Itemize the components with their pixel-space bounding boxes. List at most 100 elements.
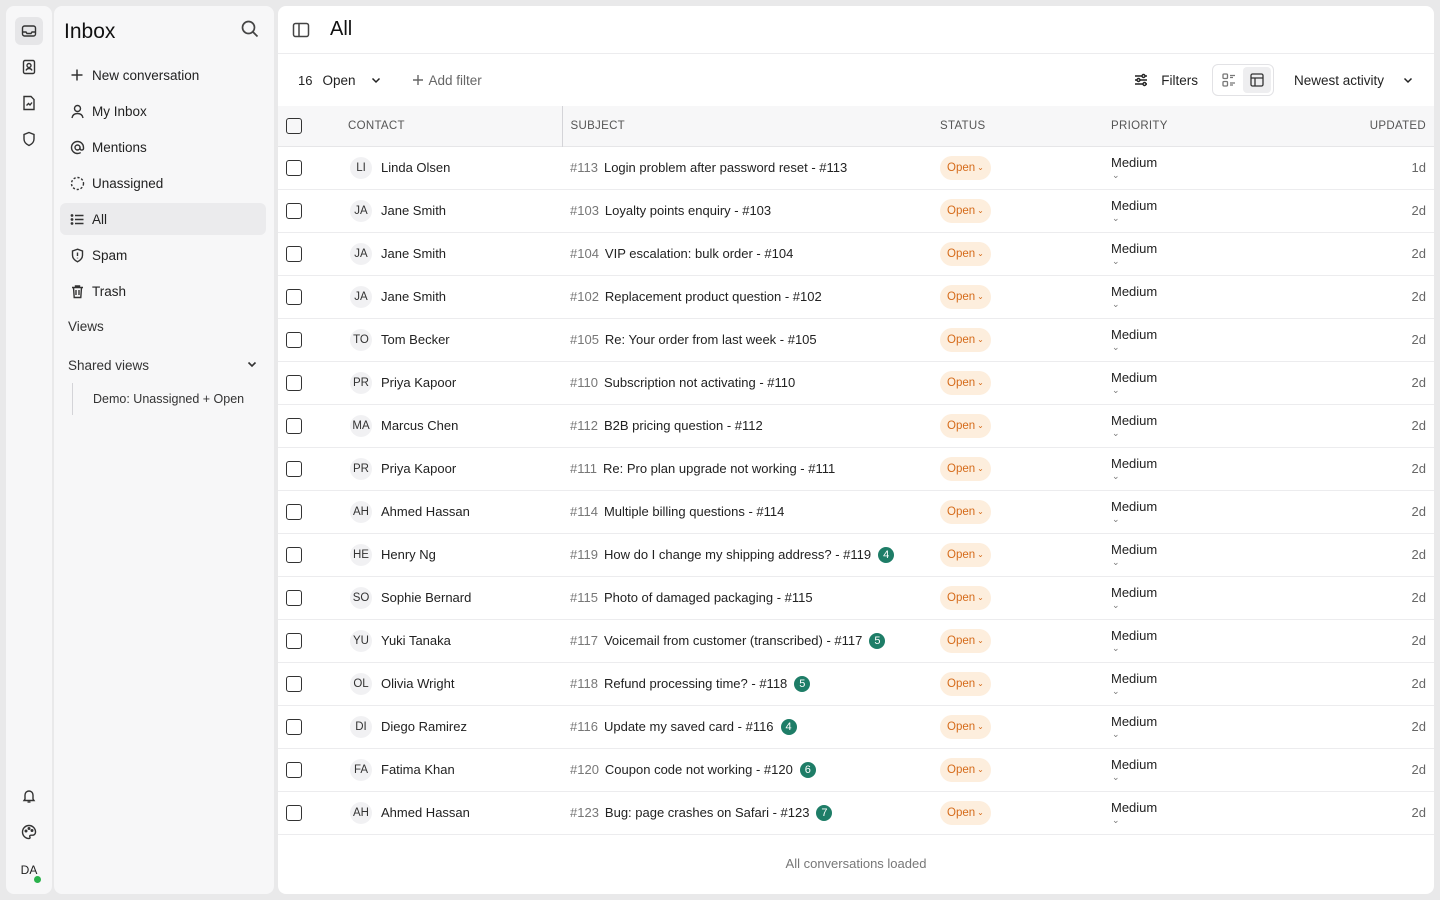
table-row[interactable]: AH Ahmed Hassan #123 Bug: page crashes o… (278, 791, 1434, 834)
row-checkbox[interactable] (286, 288, 302, 305)
priority-dropdown[interactable]: Medium ⌄ (1111, 241, 1334, 267)
priority-dropdown[interactable]: Medium ⌄ (1111, 671, 1334, 697)
priority-dropdown[interactable]: Medium ⌄ (1111, 284, 1334, 310)
column-header-subject[interactable]: SUBJECT (562, 106, 938, 146)
priority-dropdown[interactable]: Medium ⌄ (1111, 714, 1334, 740)
column-header-contact[interactable]: CONTACT (332, 106, 563, 146)
reports-icon[interactable] (15, 89, 43, 117)
table-row[interactable]: OL Olivia Wright #118 Refund processing … (278, 662, 1434, 705)
status-filter-dropdown[interactable]: Open (322, 73, 381, 88)
column-header-updated[interactable]: UPDATED (1334, 106, 1434, 146)
table-row[interactable]: SO Sophie Bernard #115 Photo of damaged … (278, 576, 1434, 619)
table-row[interactable]: TO Tom Becker #105 Re: Your order from l… (278, 318, 1434, 361)
priority-dropdown[interactable]: Medium ⌄ (1111, 800, 1334, 826)
row-checkbox[interactable] (286, 331, 302, 348)
status-badge[interactable]: Open ⌄ (940, 413, 991, 438)
chevron-down-icon: ⌄ (1112, 685, 1120, 696)
row-checkbox[interactable] (286, 546, 302, 563)
sidebar-item-trash[interactable]: Trash (60, 275, 266, 307)
sidebar-item-my-inbox[interactable]: My Inbox (60, 95, 266, 127)
row-checkbox[interactable] (286, 589, 302, 606)
list-view-icon[interactable] (1215, 67, 1243, 93)
status-badge[interactable]: Open ⌄ (940, 757, 991, 782)
palette-icon[interactable] (15, 818, 43, 846)
table-row[interactable]: PR Priya Kapoor #111 Re: Pro plan upgrad… (278, 447, 1434, 490)
column-header-priority[interactable]: PRIORITY (1109, 106, 1334, 146)
priority-dropdown[interactable]: Medium ⌄ (1111, 757, 1334, 783)
add-filter-button[interactable]: Add filter (412, 73, 482, 88)
priority-dropdown[interactable]: Medium ⌄ (1111, 499, 1334, 525)
sidebar-item-all[interactable]: All (60, 203, 266, 235)
row-checkbox[interactable] (286, 202, 302, 219)
row-checkbox[interactable] (286, 159, 302, 176)
table-row[interactable]: AH Ahmed Hassan #114 Multiple billing qu… (278, 490, 1434, 533)
row-checkbox[interactable] (286, 718, 302, 735)
table-row[interactable]: YU Yuki Tanaka #117 Voicemail from custo… (278, 619, 1434, 662)
table-row[interactable]: MA Marcus Chen #112 B2B pricing question… (278, 404, 1434, 447)
shared-views-toggle[interactable]: Shared views (68, 358, 258, 373)
row-checkbox[interactable] (286, 460, 302, 477)
status-badge[interactable]: Open ⌄ (940, 585, 991, 610)
filters-button[interactable]: Filters (1133, 72, 1198, 88)
row-checkbox[interactable] (286, 503, 302, 520)
priority-dropdown[interactable]: Medium ⌄ (1111, 413, 1334, 439)
chevron-down-icon: ⌄ (977, 808, 984, 817)
row-checkbox[interactable] (286, 374, 302, 391)
inbox-icon[interactable] (15, 17, 43, 45)
priority-dropdown[interactable]: Medium ⌄ (1111, 198, 1334, 224)
avatar[interactable]: DA (15, 856, 43, 884)
status-badge[interactable]: Open ⌄ (940, 671, 991, 696)
table-row[interactable]: JA Jane Smith #102 Replacement product q… (278, 275, 1434, 318)
table-row[interactable]: DI Diego Ramirez #116 Update my saved ca… (278, 705, 1434, 748)
status-badge[interactable]: Open ⌄ (940, 241, 991, 266)
status-badge[interactable]: Open ⌄ (940, 800, 991, 825)
table-row[interactable]: FA Fatima Khan #120 Coupon code not work… (278, 748, 1434, 791)
column-header-status[interactable]: STATUS (938, 106, 1109, 146)
updated-time: 2d (1411, 504, 1426, 519)
status-badge[interactable]: Open ⌄ (940, 714, 991, 739)
ticket-id: #102 (570, 289, 599, 304)
select-all-checkbox[interactable] (286, 117, 302, 134)
updated-time: 2d (1411, 461, 1426, 476)
sidebar-item-spam[interactable]: Spam (60, 239, 266, 271)
priority-dropdown[interactable]: Medium ⌄ (1111, 585, 1334, 611)
table-view-icon[interactable] (1242, 67, 1271, 93)
priority-dropdown[interactable]: Medium ⌄ (1111, 327, 1334, 353)
table-row[interactable]: JA Jane Smith #104 VIP escalation: bulk … (278, 232, 1434, 275)
status-badge[interactable]: Open ⌄ (940, 155, 991, 180)
priority-dropdown[interactable]: Medium ⌄ (1111, 155, 1334, 181)
priority-dropdown[interactable]: Medium ⌄ (1111, 628, 1334, 654)
contacts-icon[interactable] (15, 53, 43, 81)
status-badge[interactable]: Open ⌄ (940, 542, 991, 567)
status-badge[interactable]: Open ⌄ (940, 327, 991, 352)
table-row[interactable]: PR Priya Kapoor #110 Subscription not ac… (278, 361, 1434, 404)
shared-view-item[interactable]: Demo: Unassigned + Open (72, 383, 244, 415)
updated-time: 2d (1411, 203, 1426, 218)
table-row[interactable]: JA Jane Smith #103 Loyalty points enquir… (278, 189, 1434, 232)
sidebar-item-unassigned[interactable]: Unassigned (60, 167, 266, 199)
priority-dropdown[interactable]: Medium ⌄ (1111, 456, 1334, 482)
sidebar-item-new-conversation[interactable]: New conversation (60, 59, 266, 91)
row-checkbox[interactable] (286, 761, 302, 778)
toggle-sidebar-icon[interactable] (292, 21, 310, 39)
row-checkbox[interactable] (286, 804, 302, 821)
row-checkbox[interactable] (286, 245, 302, 262)
table-row[interactable]: LI Linda Olsen #113 Login problem after … (278, 146, 1434, 189)
sort-dropdown[interactable]: Newest activity (1294, 73, 1414, 88)
status-badge[interactable]: Open ⌄ (940, 456, 991, 481)
sidebar-item-mentions[interactable]: Mentions (60, 131, 266, 163)
status-badge[interactable]: Open ⌄ (940, 370, 991, 395)
table-row[interactable]: HE Henry Ng #119 How do I change my ship… (278, 533, 1434, 576)
shield-icon[interactable] (15, 125, 43, 153)
status-badge[interactable]: Open ⌄ (940, 499, 991, 524)
row-checkbox[interactable] (286, 417, 302, 434)
row-checkbox[interactable] (286, 632, 302, 649)
search-icon[interactable] (240, 19, 260, 39)
bell-icon[interactable] (15, 782, 43, 810)
priority-dropdown[interactable]: Medium ⌄ (1111, 542, 1334, 568)
status-badge[interactable]: Open ⌄ (940, 284, 991, 309)
status-badge[interactable]: Open ⌄ (940, 198, 991, 223)
priority-dropdown[interactable]: Medium ⌄ (1111, 370, 1334, 396)
row-checkbox[interactable] (286, 675, 302, 692)
status-badge[interactable]: Open ⌄ (940, 628, 991, 653)
